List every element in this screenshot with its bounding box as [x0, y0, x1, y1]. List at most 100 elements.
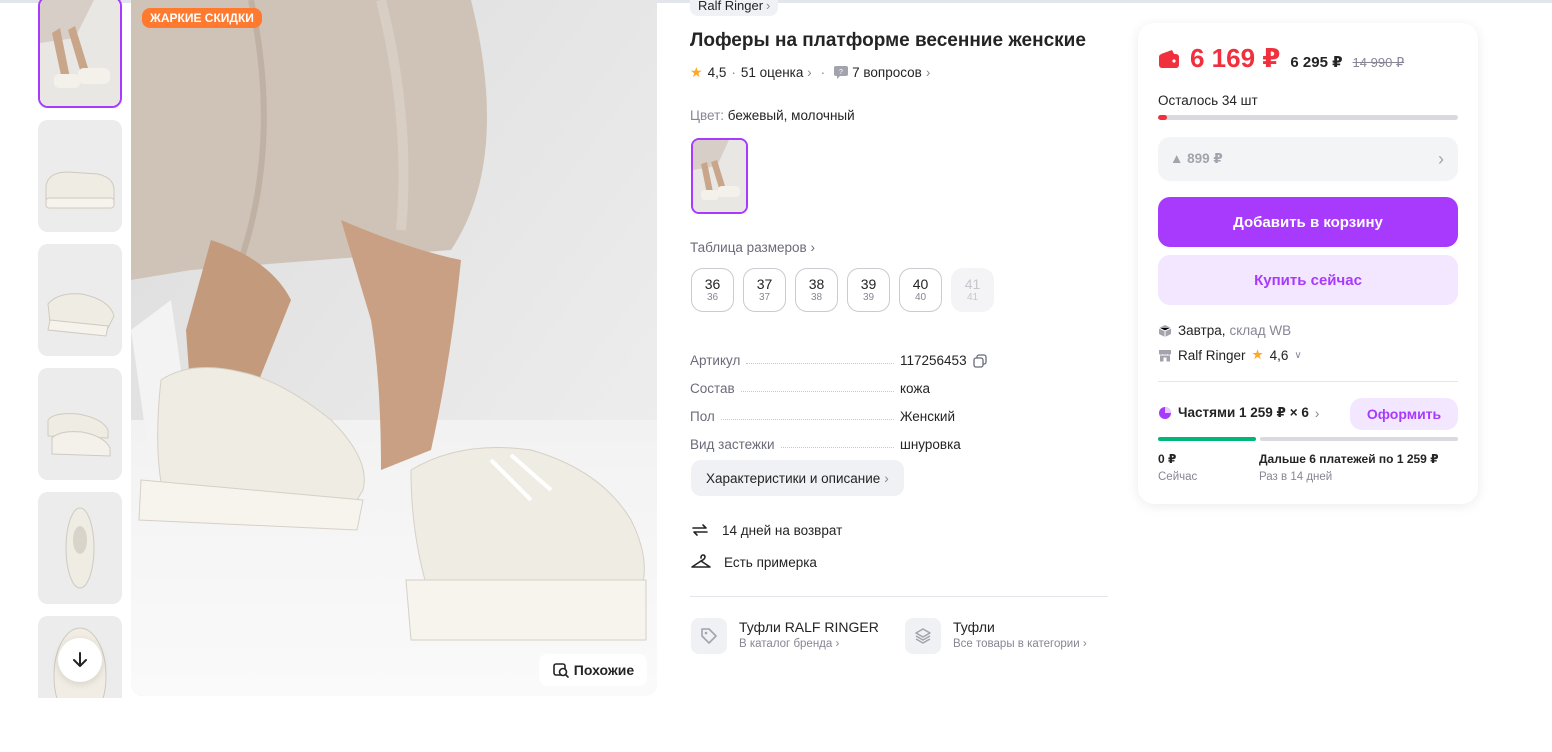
size-option-37[interactable]: 37 37 [743, 268, 786, 312]
size-ru: 36 [704, 276, 721, 292]
param-row: Пол Женский [690, 396, 1000, 424]
installments-link[interactable]: Частями 1 259 ₽ × 6 › [1158, 405, 1319, 421]
thumbnail-strip[interactable] [38, 0, 124, 698]
param-key: Пол [690, 409, 715, 424]
param-value-text[interactable]: 117256453 [900, 353, 967, 368]
param-leader [746, 363, 894, 364]
param-key: Состав [690, 381, 735, 396]
chevron-down-icon: ∨ [1294, 349, 1302, 361]
price-old: 14 990 ₽ [1352, 55, 1405, 70]
size-option-41: 41 41 [951, 268, 994, 312]
pay-now: 0 ₽ Сейчас [1158, 451, 1197, 487]
param-value-text: шнуровка [900, 437, 961, 452]
thumbnail-loafer-pair[interactable] [38, 368, 122, 480]
installment-progress-now [1158, 437, 1256, 441]
param-value: шнуровка [900, 437, 1000, 452]
copy-icon[interactable] [972, 353, 987, 368]
delivery-date: Завтра, [1178, 323, 1226, 338]
brand-catalog-sub: В каталог бренда › [739, 638, 840, 650]
size-option-39[interactable]: 39 39 [847, 268, 890, 312]
shop-icon [1159, 350, 1171, 362]
stock-bar-fill [1158, 115, 1167, 120]
size-eu: 37 [758, 292, 771, 303]
chevron-right-icon: › [766, 0, 771, 13]
size-eu: 39 [862, 292, 875, 303]
rating-value: 4,5 [707, 65, 727, 80]
pay-later-label: Раз в 14 дней [1259, 471, 1333, 483]
promo-badge: ЖАРКИЕ СКИДКИ [142, 8, 262, 28]
fitting-feature: Есть примерка [690, 552, 817, 572]
delivery-info: Завтра, склад WB [1158, 323, 1291, 338]
pay-now-amount: 0 ₽ [1158, 452, 1177, 466]
installment-progress-later [1260, 437, 1458, 441]
scroll-down-button[interactable] [58, 638, 102, 682]
return-feature: 14 дней на возврат [690, 520, 842, 540]
product-title: Лоферы на платформе весенние женские [690, 30, 1086, 51]
chevron-right-icon: › [803, 65, 812, 80]
category-title: Туфли [953, 619, 995, 635]
price-without-wallet: 6 295 ₽ [1290, 54, 1343, 71]
pie-chart-icon [1159, 407, 1171, 419]
size-ru: 39 [860, 276, 877, 292]
buy-panel: 6 169 ₽ 6 295 ₽ 14 990 ₽ Осталось 34 шт … [1138, 23, 1478, 504]
brand-name: Ralf Ringer [698, 0, 764, 13]
thumbnail-loafer-angle[interactable] [38, 244, 122, 356]
category-sub: Все товары в категории › [953, 638, 1087, 650]
seller-name: Ralf Ringer [1178, 347, 1246, 363]
thumbnail-loafer-side[interactable] [38, 120, 122, 232]
svg-text:?: ? [839, 69, 843, 76]
size-selector: 36 36 37 37 38 38 39 39 40 40 41 41 [691, 268, 994, 312]
price-row: 6 169 ₽ 6 295 ₽ 14 990 ₽ [1158, 43, 1404, 74]
box-icon [1158, 324, 1172, 337]
questions-link[interactable]: ? 7 вопросов › [834, 65, 930, 80]
coupon-value: ▲ 899 ₽ [1170, 151, 1223, 166]
param-value-text: Женский [900, 409, 956, 424]
warehouse-label: склад WB [1229, 323, 1292, 338]
param-value-text: кожа [900, 381, 930, 396]
param-value: Женский [900, 409, 1000, 424]
divider [690, 596, 1108, 597]
brand-catalog-link[interactable]: Туфли RALF RINGER В каталог бренда › [691, 618, 879, 654]
coupon-row[interactable]: ▲ 899 ₽ › [1158, 137, 1458, 181]
stock-bar [1158, 115, 1458, 120]
param-leader [780, 447, 894, 448]
size-option-38[interactable]: 38 38 [795, 268, 838, 312]
size-option-40[interactable]: 40 40 [899, 268, 942, 312]
param-leader [720, 419, 894, 420]
color-variant-thumb[interactable] [691, 138, 748, 214]
category-link[interactable]: Туфли Все товары в категории › [905, 618, 1087, 654]
param-row: Состав кожа [690, 368, 1000, 396]
brand-link[interactable]: Ralf Ringer › [690, 0, 779, 16]
color-line: Цвет: бежевый, молочный [690, 108, 855, 123]
chevron-right-icon: › [1438, 148, 1444, 169]
thumbnail-look-photo[interactable] [38, 0, 122, 108]
chevron-right-icon: › [806, 240, 815, 255]
size-option-36[interactable]: 36 36 [691, 268, 734, 312]
return-arrows-icon [692, 524, 708, 536]
star-icon: ★ [1251, 347, 1264, 362]
layers-icon [905, 618, 941, 654]
size-ru: 38 [808, 276, 825, 292]
reviews-link[interactable]: 51 оценка › [741, 65, 812, 80]
size-eu: 41 [966, 292, 979, 303]
thumbnail-loafer-top[interactable] [38, 492, 122, 604]
add-to-cart-button[interactable]: Добавить в корзину [1158, 197, 1458, 247]
pay-later: Дальше 6 платежей по 1 259 ₽ Раз в 14 дн… [1259, 451, 1439, 487]
color-label: Цвет: [690, 108, 725, 123]
question-bubble-icon: ? [834, 66, 849, 79]
param-value: кожа [900, 381, 1000, 396]
wallet-icon [1159, 49, 1179, 68]
buy-now-button[interactable]: Купить сейчас [1158, 255, 1458, 305]
size-table-link[interactable]: Таблица размеров › [690, 240, 815, 255]
seller-info[interactable]: Ralf Ringer ★ 4,6 ∨ [1158, 347, 1302, 363]
characteristics-button[interactable]: Характеристики и описание › [691, 460, 904, 496]
size-ru: 37 [756, 276, 773, 292]
param-row: Артикул 117256453 [690, 340, 1000, 368]
similar-button[interactable]: Похожие [539, 654, 647, 686]
main-product-image[interactable] [131, 0, 657, 696]
order-installments-button[interactable]: Оформить [1350, 398, 1458, 430]
color-value: бежевый, молочный [727, 108, 855, 123]
arrow-down-icon [73, 652, 87, 667]
stock-text: Осталось 34 шт [1158, 93, 1258, 108]
pay-later-amount: Дальше 6 платежей по 1 259 ₽ [1259, 452, 1439, 466]
